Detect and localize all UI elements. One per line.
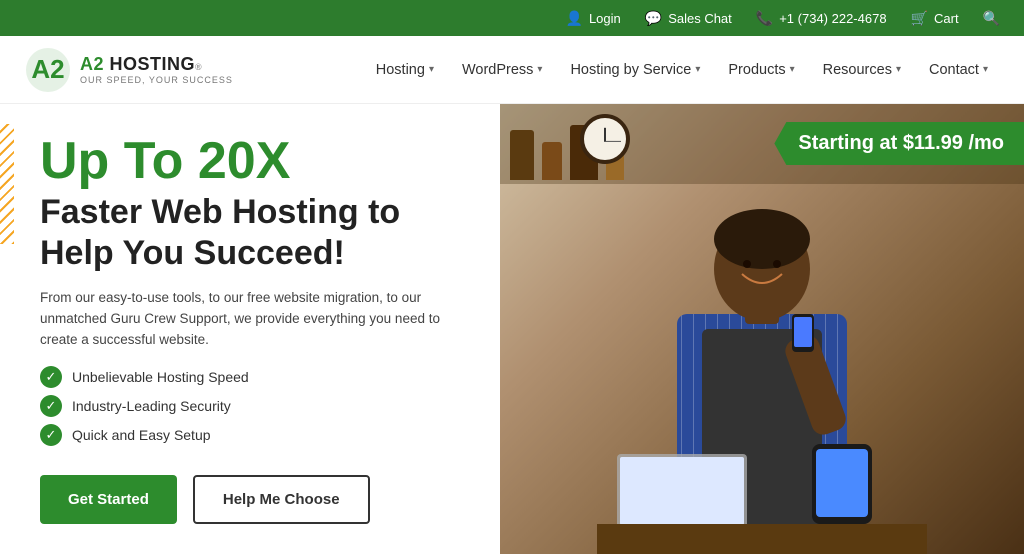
feature-label-security: Industry-Leading Security bbox=[72, 398, 231, 414]
login-link[interactable]: 👤 Login bbox=[566, 10, 621, 27]
nav-item-hosting[interactable]: Hosting ▾ bbox=[364, 54, 446, 86]
nav-links: Hosting ▾ WordPress ▾ Hosting by Service… bbox=[364, 54, 1000, 86]
chevron-down-icon: ▾ bbox=[790, 64, 795, 75]
nav-label-hosting-by-service: Hosting by Service bbox=[570, 62, 691, 78]
chevron-down-icon: ▾ bbox=[695, 64, 700, 75]
phone-icon: 📞 bbox=[756, 10, 773, 27]
feature-item-setup: ✓ Quick and Easy Setup bbox=[40, 424, 460, 446]
hero-description: From our easy-to-use tools, to our free … bbox=[40, 288, 460, 351]
price-banner: Starting at $11.99 /mo bbox=[774, 122, 1024, 165]
feature-label-setup: Quick and Easy Setup bbox=[72, 427, 211, 443]
nav-label-resources: Resources bbox=[823, 62, 892, 78]
user-icon: 👤 bbox=[566, 10, 583, 27]
check-icon: ✓ bbox=[40, 366, 62, 388]
feature-list: ✓ Unbelievable Hosting Speed ✓ Industry-… bbox=[40, 366, 460, 453]
hero-buttons: Get Started Help Me Choose bbox=[40, 475, 460, 524]
search-icon: 🔍 bbox=[983, 10, 1000, 27]
feature-label-speed: Unbelievable Hosting Speed bbox=[72, 369, 249, 385]
nav-label-products: Products bbox=[728, 62, 785, 78]
nav-item-wordpress[interactable]: WordPress ▾ bbox=[450, 54, 554, 86]
check-icon: ✓ bbox=[40, 395, 62, 417]
person-svg bbox=[597, 174, 927, 554]
nav-link-resources[interactable]: Resources ▾ bbox=[811, 54, 913, 86]
sales-chat-link[interactable]: 💬 Sales Chat bbox=[645, 10, 732, 27]
nav-link-hosting-by-service[interactable]: Hosting by Service ▾ bbox=[558, 54, 712, 86]
shelf-item-2 bbox=[542, 142, 562, 180]
sales-chat-label: Sales Chat bbox=[668, 11, 732, 26]
hero-headline-green: Up To 20X bbox=[40, 134, 460, 189]
chevron-down-icon: ▾ bbox=[983, 64, 988, 75]
nav-link-hosting[interactable]: Hosting ▾ bbox=[364, 54, 446, 86]
nav-item-contact[interactable]: Contact ▾ bbox=[917, 54, 1000, 86]
logo[interactable]: A2 A2 HOSTING® OUR SPEED, YOUR SUCCESS bbox=[24, 46, 233, 94]
cafe-scene bbox=[500, 104, 1024, 554]
get-started-button[interactable]: Get Started bbox=[40, 475, 177, 524]
feature-item-speed: ✓ Unbelievable Hosting Speed bbox=[40, 366, 460, 388]
hero-left: Up To 20X Faster Web Hosting to Help You… bbox=[0, 104, 500, 554]
hero-section: Up To 20X Faster Web Hosting to Help You… bbox=[0, 104, 1024, 554]
phone-link[interactable]: 📞 +1 (734) 222-4678 bbox=[756, 10, 887, 27]
help-me-choose-button[interactable]: Help Me Choose bbox=[193, 475, 370, 524]
chevron-down-icon: ▾ bbox=[429, 64, 434, 75]
phone-number: +1 (734) 222-4678 bbox=[779, 11, 886, 26]
nav-item-products[interactable]: Products ▾ bbox=[716, 54, 806, 86]
svg-text:A2: A2 bbox=[31, 54, 64, 84]
nav-link-wordpress[interactable]: WordPress ▾ bbox=[450, 54, 554, 86]
hero-headline-black: Faster Web Hosting to Help You Succeed! bbox=[40, 192, 460, 274]
chevron-down-icon: ▾ bbox=[896, 64, 901, 75]
feature-item-security: ✓ Industry-Leading Security bbox=[40, 395, 460, 417]
logo-tagline: OUR SPEED, YOUR SUCCESS bbox=[80, 75, 233, 85]
nav-link-contact[interactable]: Contact ▾ bbox=[917, 54, 1000, 86]
cart-icon: 🛒 bbox=[911, 10, 928, 27]
nav-item-resources[interactable]: Resources ▾ bbox=[811, 54, 913, 86]
nav-label-hosting: Hosting bbox=[376, 62, 425, 78]
nav-bar: A2 A2 HOSTING® OUR SPEED, YOUR SUCCESS H… bbox=[0, 36, 1024, 104]
chevron-down-icon: ▾ bbox=[537, 64, 542, 75]
price-text: Starting at $11.99 /mo bbox=[798, 132, 1004, 154]
hero-accent-decoration bbox=[0, 124, 14, 244]
clock-hand-hour bbox=[604, 128, 606, 142]
logo-name: A2 HOSTING® bbox=[80, 54, 233, 75]
nav-label-wordpress: WordPress bbox=[462, 62, 533, 78]
cart-label: Cart bbox=[934, 11, 959, 26]
nav-item-hosting-by-service[interactable]: Hosting by Service ▾ bbox=[558, 54, 712, 86]
top-bar: 👤 Login 💬 Sales Chat 📞 +1 (734) 222-4678… bbox=[0, 0, 1024, 36]
search-link[interactable]: 🔍 bbox=[983, 10, 1000, 27]
hero-right: Starting at $11.99 /mo bbox=[500, 104, 1024, 554]
shelf-item-1 bbox=[510, 130, 534, 180]
nav-link-products[interactable]: Products ▾ bbox=[716, 54, 806, 86]
logo-svg: A2 bbox=[24, 46, 72, 94]
clock bbox=[580, 114, 630, 164]
nav-label-contact: Contact bbox=[929, 62, 979, 78]
chat-icon: 💬 bbox=[645, 10, 662, 27]
login-label: Login bbox=[589, 11, 621, 26]
cart-link[interactable]: 🛒 Cart bbox=[911, 10, 959, 27]
check-icon: ✓ bbox=[40, 424, 62, 446]
clock-hand-minute bbox=[605, 141, 621, 142]
